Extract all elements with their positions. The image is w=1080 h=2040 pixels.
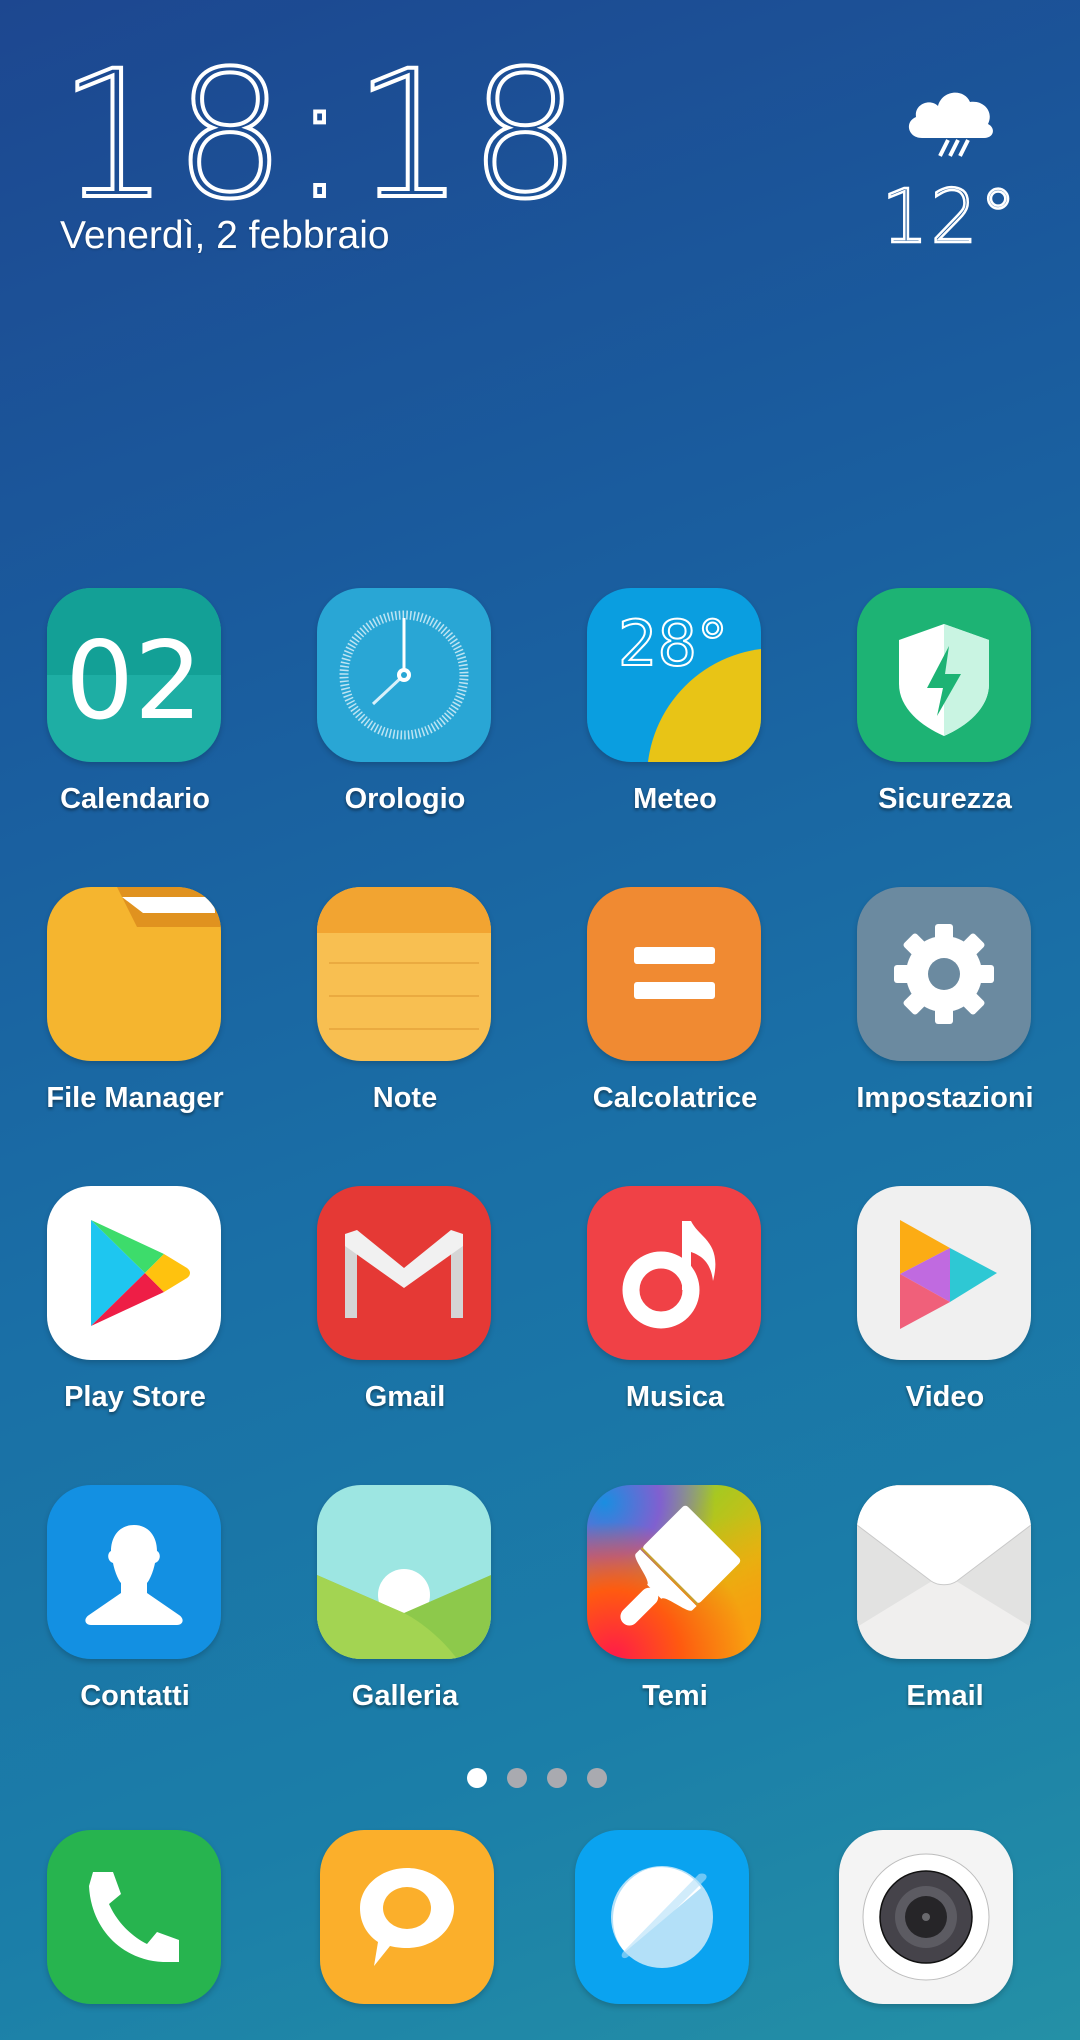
app-label: Email [906, 1680, 984, 1712]
notepad-icon [317, 887, 491, 1061]
folder-icon [47, 887, 221, 1061]
dock-phone[interactable] [0, 1830, 264, 2005]
app-file-manager[interactable]: File Manager [0, 887, 270, 1186]
app-label: Video [905, 1381, 985, 1413]
app-label: Play Store [64, 1381, 206, 1413]
shield-bolt-icon [857, 588, 1031, 762]
app-label: Musica [625, 1381, 725, 1413]
camera-lens-icon [839, 1830, 1013, 2004]
page-dot-3[interactable] [547, 1768, 567, 1788]
paint-brush-icon [587, 1485, 761, 1659]
clock-time[interactable]: 18:18 [56, 46, 585, 226]
page-indicator [467, 1768, 607, 1788]
video-play-icon [857, 1186, 1031, 1360]
app-label: Galleria [351, 1680, 459, 1712]
page-dot-4[interactable] [587, 1768, 607, 1788]
app-video[interactable]: Video [810, 1186, 1080, 1485]
app-note[interactable]: Note [270, 887, 540, 1186]
clock-date[interactable]: Venerdì, 2 febbraio [60, 214, 390, 258]
app-label: Impostazioni [856, 1082, 1034, 1114]
app-label: Temi [642, 1680, 708, 1712]
app-label: Meteo [633, 783, 717, 815]
app-calendario[interactable]: 02 Calendario [0, 588, 270, 887]
dock-camera[interactable] [792, 1830, 1056, 2005]
app-contatti[interactable]: Contatti [0, 1485, 270, 1784]
app-label: Note [372, 1082, 438, 1114]
app-calcolatrice[interactable]: Calcolatrice [540, 887, 810, 1186]
clock-icon [317, 588, 491, 762]
cloud-rain-icon [908, 92, 993, 157]
dock-messages[interactable] [264, 1830, 528, 2005]
app-grid: 02 Calendario Orologio 28° Meteo Sicurez… [0, 588, 1080, 1784]
gallery-landscape-icon [317, 1485, 491, 1659]
gear-icon [857, 887, 1031, 1061]
app-impostazioni[interactable]: Impostazioni [810, 887, 1080, 1186]
app-label: Calcolatrice [592, 1082, 758, 1114]
app-label: Contatti [80, 1680, 190, 1712]
gmail-m-icon [317, 1186, 491, 1360]
app-label: File Manager [46, 1082, 224, 1114]
weather-widget[interactable]: 12° [880, 80, 1020, 260]
envelope-icon [857, 1485, 1031, 1659]
chat-bubble-icon [320, 1830, 494, 2004]
app-label: Sicurezza [878, 783, 1012, 815]
calendar-icon: 02 [47, 588, 221, 762]
weather-sun-icon: 28° [587, 588, 761, 762]
app-label: Calendario [60, 783, 210, 815]
page-dot-1[interactable] [467, 1768, 487, 1788]
app-sicurezza[interactable]: Sicurezza [810, 588, 1080, 887]
music-note-icon [587, 1186, 761, 1360]
contact-person-icon [47, 1485, 221, 1659]
app-label: Gmail [364, 1381, 446, 1413]
app-gmail[interactable]: Gmail [270, 1186, 540, 1485]
browser-planet-icon [575, 1830, 749, 2004]
dock [0, 1830, 1080, 2005]
calendar-day: 02 [65, 619, 202, 744]
app-email[interactable]: Email [810, 1485, 1080, 1784]
equals-icon [587, 887, 761, 1061]
dock-browser[interactable] [528, 1830, 792, 2005]
app-play-store[interactable]: Play Store [0, 1186, 270, 1485]
page-dot-2[interactable] [507, 1768, 527, 1788]
app-orologio[interactable]: Orologio [270, 588, 540, 887]
weather-icon-temp: 28° [618, 607, 728, 680]
app-temi[interactable]: Temi [540, 1485, 810, 1784]
play-store-icon [47, 1186, 221, 1360]
weather-temperature: 12° [880, 174, 1019, 260]
phone-icon [47, 1830, 221, 2004]
app-meteo[interactable]: 28° Meteo [540, 588, 810, 887]
app-label: Orologio [344, 783, 466, 815]
app-galleria[interactable]: Galleria [270, 1485, 540, 1784]
app-musica[interactable]: Musica [540, 1186, 810, 1485]
